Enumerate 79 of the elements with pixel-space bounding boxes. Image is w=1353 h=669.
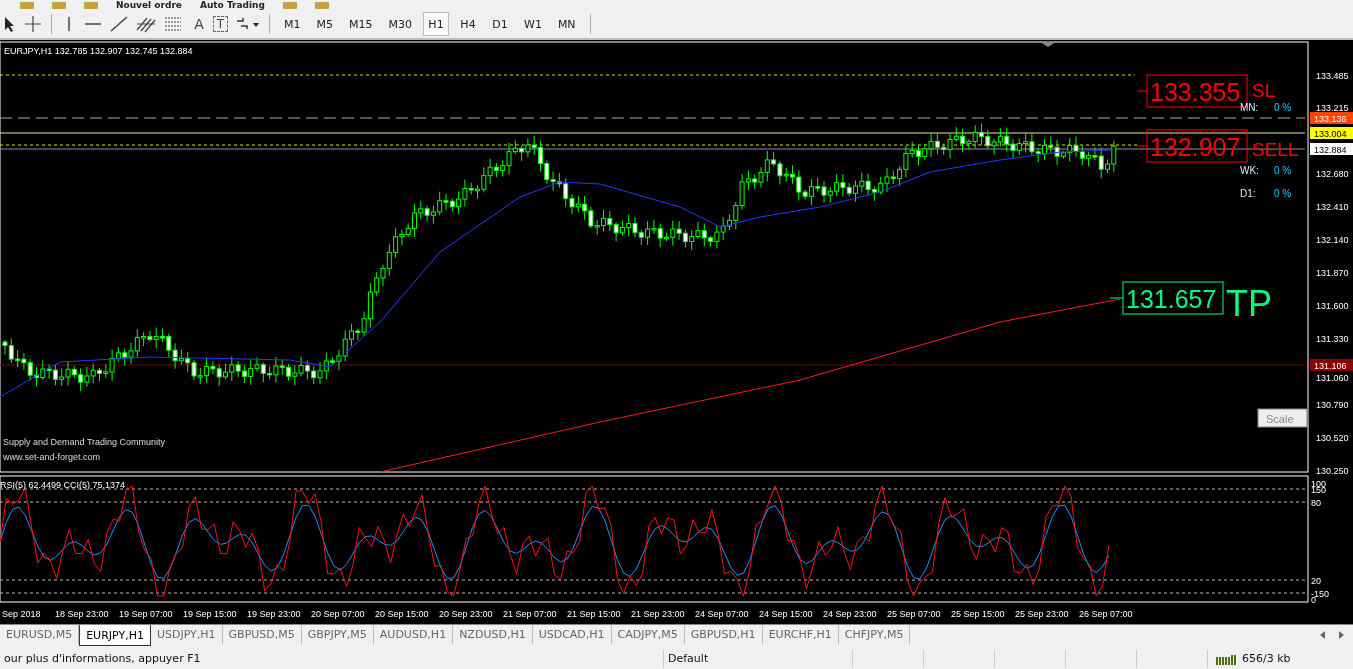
timeframe-button[interactable]: M5: [311, 12, 338, 36]
chart-tab[interactable]: AUDUSD,H1: [373, 625, 454, 644]
time-axis-label: 18 Sep 23:00: [55, 609, 109, 619]
time-axis-label: 19 Sep 15:00: [183, 609, 237, 619]
price-axis-label: 130.520: [1316, 433, 1349, 443]
price-axis-label: 131.060: [1316, 373, 1349, 383]
price-axis-label: 130.250: [1316, 466, 1349, 476]
time-axis-label: 25 Sep 15:00: [951, 609, 1005, 619]
auto-trading-button[interactable]: Auto Trading: [199, 0, 265, 10]
time-axis-label: Sep 2018: [2, 609, 41, 619]
chart-tab[interactable]: EURJPY,H1: [79, 625, 151, 646]
time-axis-label: 26 Sep 07:00: [1079, 609, 1133, 619]
chart-tab[interactable]: GBPUSD,H1: [684, 625, 763, 644]
chart-tab[interactable]: GBPJPY,M5: [301, 625, 374, 644]
time-axis-label: 20 Sep 23:00: [439, 609, 493, 619]
price-axis-label: 133.215: [1316, 103, 1349, 113]
price-axis-label: 131.870: [1316, 268, 1349, 278]
chart-tab[interactable]: USDJPY,H1: [150, 625, 223, 644]
timeframe-button[interactable]: MN: [552, 12, 581, 36]
status-help-text: our plus d'informations, appuyer F1: [0, 650, 664, 668]
stat-label: WK:: [1240, 165, 1259, 176]
time-axis-label: 24 Sep 15:00: [759, 609, 813, 619]
time-axis-label: 25 Sep 07:00: [887, 609, 941, 619]
price-tag: 132.884: [1310, 143, 1353, 155]
indicator-axis-label: 20: [1311, 576, 1321, 586]
stat-label: MN:: [1240, 102, 1259, 113]
price-axis-label: 132.680: [1316, 169, 1349, 179]
indicator-axis-label: 80: [1311, 498, 1321, 508]
timeframe-button[interactable]: W1: [519, 12, 547, 36]
chart-tab[interactable]: USDCAD,H1: [532, 625, 612, 644]
status-profile: Default: [664, 650, 853, 668]
time-axis-label: 20 Sep 15:00: [375, 609, 429, 619]
time-axis-label: 19 Sep 07:00: [119, 609, 173, 619]
time-axis-label: 24 Sep 07:00: [695, 609, 749, 619]
chart-tab[interactable]: GBPUSD,M5: [222, 625, 302, 644]
time-axis-label: 25 Sep 23:00: [1015, 609, 1069, 619]
price-axis-label: 133.485: [1316, 71, 1349, 81]
chart-note: Supply and Demand Trading Community: [3, 437, 166, 447]
time-axis-label: 24 Sep 23:00: [823, 609, 877, 619]
chart-note: www.set-and-forget.com: [3, 452, 101, 462]
time-axis-label: 19 Sep 23:00: [247, 609, 301, 619]
order-price-label: 132.907: [1146, 129, 1248, 163]
timeframe-button[interactable]: H4: [455, 12, 481, 36]
time-axis-label: 21 Sep 07:00: [503, 609, 557, 619]
traffic-text: 656/3 kb: [1242, 651, 1291, 667]
chart-info: EURJPY,H1 132.785 132.907 132.745 132.884: [4, 46, 193, 56]
price-tag: 133.136: [1310, 112, 1353, 124]
time-axis-label: 21 Sep 15:00: [567, 609, 621, 619]
stat-label: D1:: [1240, 188, 1256, 199]
stat-value: 0 %: [1274, 165, 1292, 176]
time-axis-label: 20 Sep 07:00: [311, 609, 365, 619]
text-label-tool-icon[interactable]: T: [213, 16, 228, 32]
time-axis-label: 21 Sep 23:00: [631, 609, 685, 619]
price-tag: 133.004: [1310, 127, 1353, 139]
timeframe-button[interactable]: M1: [279, 12, 306, 36]
chart-tab[interactable]: CHFJPY,M5: [838, 625, 911, 644]
order-type-label: SELL: [1252, 139, 1299, 160]
indicator-title: RSI(5) 62.4499 CCI(5) 75.1374: [0, 480, 126, 490]
chart-tab[interactable]: EURCHF,H1: [762, 625, 839, 644]
price-axis-label: 130.790: [1316, 400, 1349, 410]
indicator-axis-label: 0: [1311, 595, 1316, 605]
price-axis-label: 131.600: [1316, 301, 1349, 311]
timeframe-button[interactable]: M15: [344, 12, 378, 36]
stat-value: 0 %: [1274, 188, 1292, 199]
order-price-label: 131.657: [1122, 281, 1224, 315]
timeframe-button[interactable]: M30: [383, 12, 417, 36]
chart-tab[interactable]: CADJPY,M5: [611, 625, 685, 644]
timeframe-button[interactable]: H1: [423, 12, 449, 36]
new-order-button[interactable]: Nouvel ordre: [116, 0, 182, 10]
order-type-label: TP: [1226, 283, 1272, 324]
chart-tab[interactable]: NZDUSD,H1: [453, 625, 533, 644]
stat-value: 0 %: [1274, 102, 1292, 113]
price-axis-label: 131.330: [1316, 334, 1349, 344]
text-tool-icon[interactable]: A: [191, 16, 207, 32]
price-axis-label: 132.410: [1316, 202, 1349, 212]
price-axis-label: 132.140: [1316, 235, 1349, 245]
price-tag: 131.106: [1310, 359, 1353, 371]
order-type-label: SL: [1252, 80, 1276, 101]
timeframe-button[interactable]: D1: [487, 12, 513, 36]
